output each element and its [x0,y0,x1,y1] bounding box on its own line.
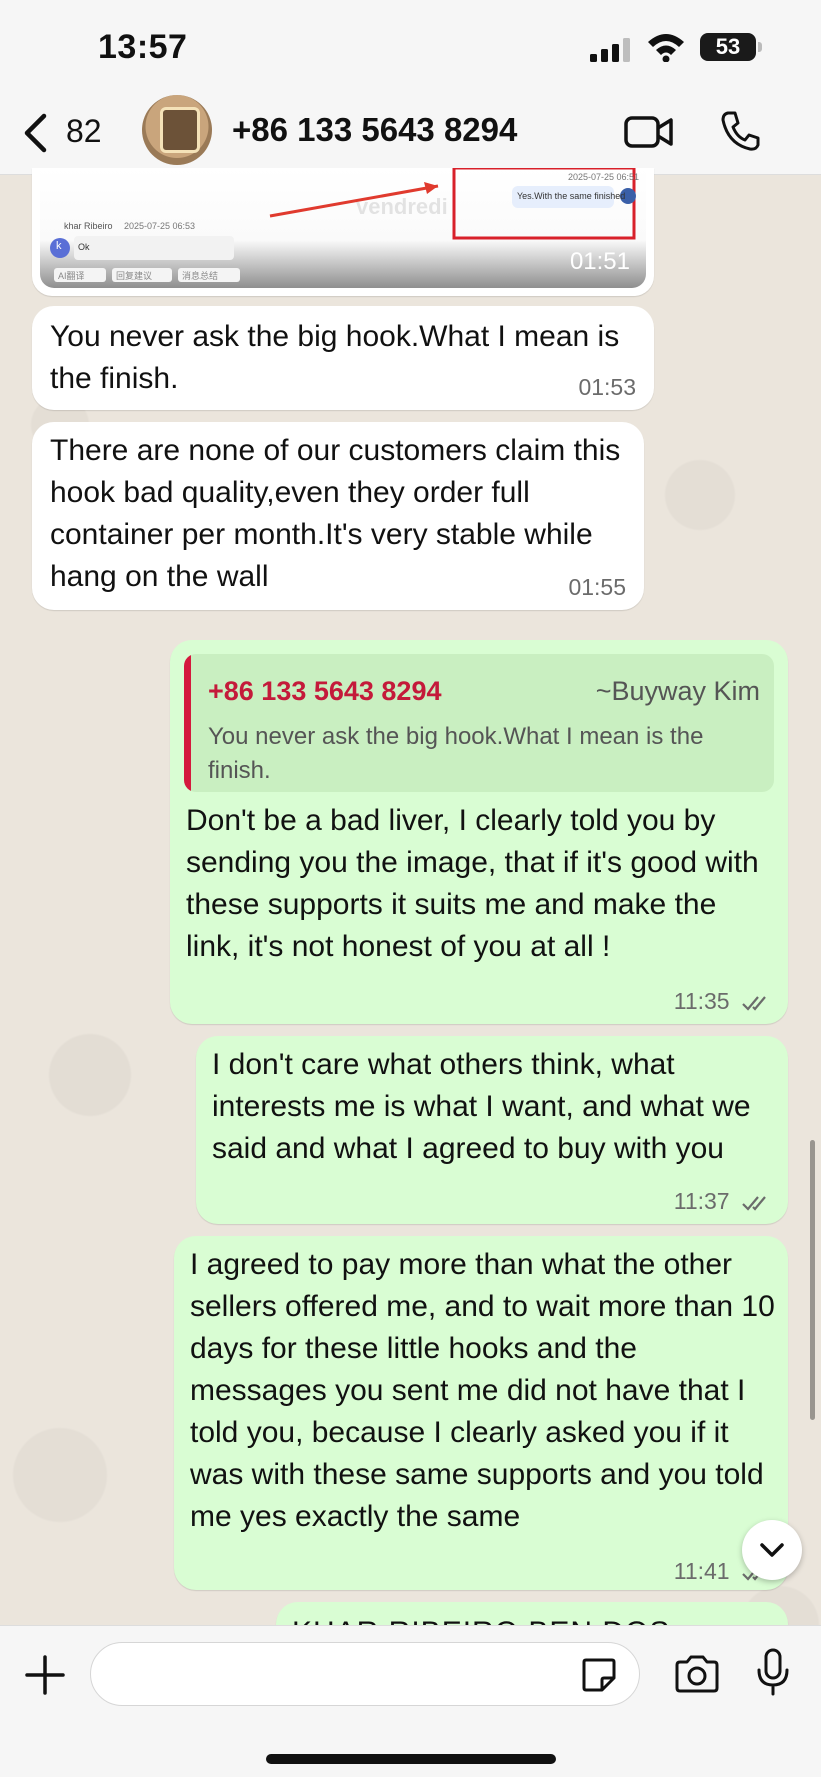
incoming-message[interactable]: You never ask the big hook.What I mean i… [32,306,654,410]
screenshot-tool-3: 消息总结 [182,271,219,281]
screenshot-watermark: vendredi [356,194,448,219]
message-time: 01:53 [578,374,636,400]
message-text: Don't be a bad liver, I clearly told you… [186,804,759,963]
message-text: I don't care what others think, what int… [212,1048,751,1165]
message-text: There are none of our customers claim th… [50,434,621,593]
message-text: I agreed to pay more than what the other… [190,1248,775,1533]
message-time: 01:55 [568,574,626,600]
video-call-icon[interactable] [624,113,674,151]
chat-header: 82 +86 133 5643 8294 [0,95,821,175]
message-time-text: 11:35 [673,988,730,1014]
microphone-icon[interactable] [756,1648,790,1696]
screenshot-tool-2: 回复建议 [116,271,153,281]
message-time-text: 11:41 [673,1558,730,1584]
outgoing-message[interactable]: I agreed to pay more than what the other… [174,1236,788,1590]
scroll-to-bottom-button[interactable] [742,1520,802,1580]
message-time: 01:51 [569,248,630,275]
contact-name[interactable]: +86 133 5643 8294 [232,111,517,149]
battery-icon: 53 [700,33,762,61]
screenshot-tool-1: AI翻译 [58,271,85,281]
reply-sender-number: +86 133 5643 8294 [208,676,442,706]
camera-icon[interactable] [674,1654,720,1694]
chevron-down-icon [760,1543,784,1557]
sticker-icon[interactable] [580,1656,618,1694]
outgoing-message[interactable]: +86 133 5643 8294 ~Buyway Kim You never … [170,640,788,1024]
message-text: You never ask the big hook.What I mean i… [50,320,620,395]
outgoing-message[interactable]: I don't care what others think, what int… [196,1036,788,1224]
incoming-message[interactable]: There are none of our customers claim th… [32,422,644,610]
clock: 13:57 [98,28,188,66]
message-time-text: 11:37 [673,1188,730,1214]
composer-bar [0,1625,821,1777]
unread-count[interactable]: 82 [66,113,102,150]
screenshot-bubble-text: Yes.With the same finished [517,191,626,201]
reply-quote[interactable]: +86 133 5643 8294 ~Buyway Kim You never … [184,654,774,792]
screenshot-sender: khar Ribeiro [64,221,113,231]
image-message[interactable]: 2025-07-25 06:51 Yes.With the same finis… [32,168,654,296]
shared-screenshot[interactable]: 2025-07-25 06:51 Yes.With the same finis… [40,168,646,288]
screenshot-ok-text: Ok [78,242,90,252]
screenshot-avatar-letter: k [56,240,62,252]
status-bar: 13:57 53 [0,0,821,95]
scrollbar[interactable] [810,1140,815,1420]
screenshot-date-left: 2025-07-25 06:53 [124,221,196,231]
cellular-signal-icon [590,38,630,62]
plus-icon[interactable] [24,1654,66,1696]
reply-text: You never ask the big hook.What I mean i… [208,723,704,784]
message-input[interactable] [90,1642,640,1706]
screenshot-date-right: 2025-07-25 06:51 [568,172,640,182]
reply-sender-name: ~Buyway Kim [595,676,760,706]
message-time: 11:35 [674,988,772,1015]
double-check-icon [742,1196,766,1211]
reply-accent-bar [184,654,191,792]
wifi-icon [648,34,684,62]
phone-icon[interactable] [720,110,760,152]
contact-avatar[interactable] [142,95,212,165]
message-time: 11:37 [674,1188,772,1215]
home-indicator [266,1754,556,1764]
double-check-icon [742,996,766,1011]
chevron-left-icon[interactable] [22,113,50,153]
